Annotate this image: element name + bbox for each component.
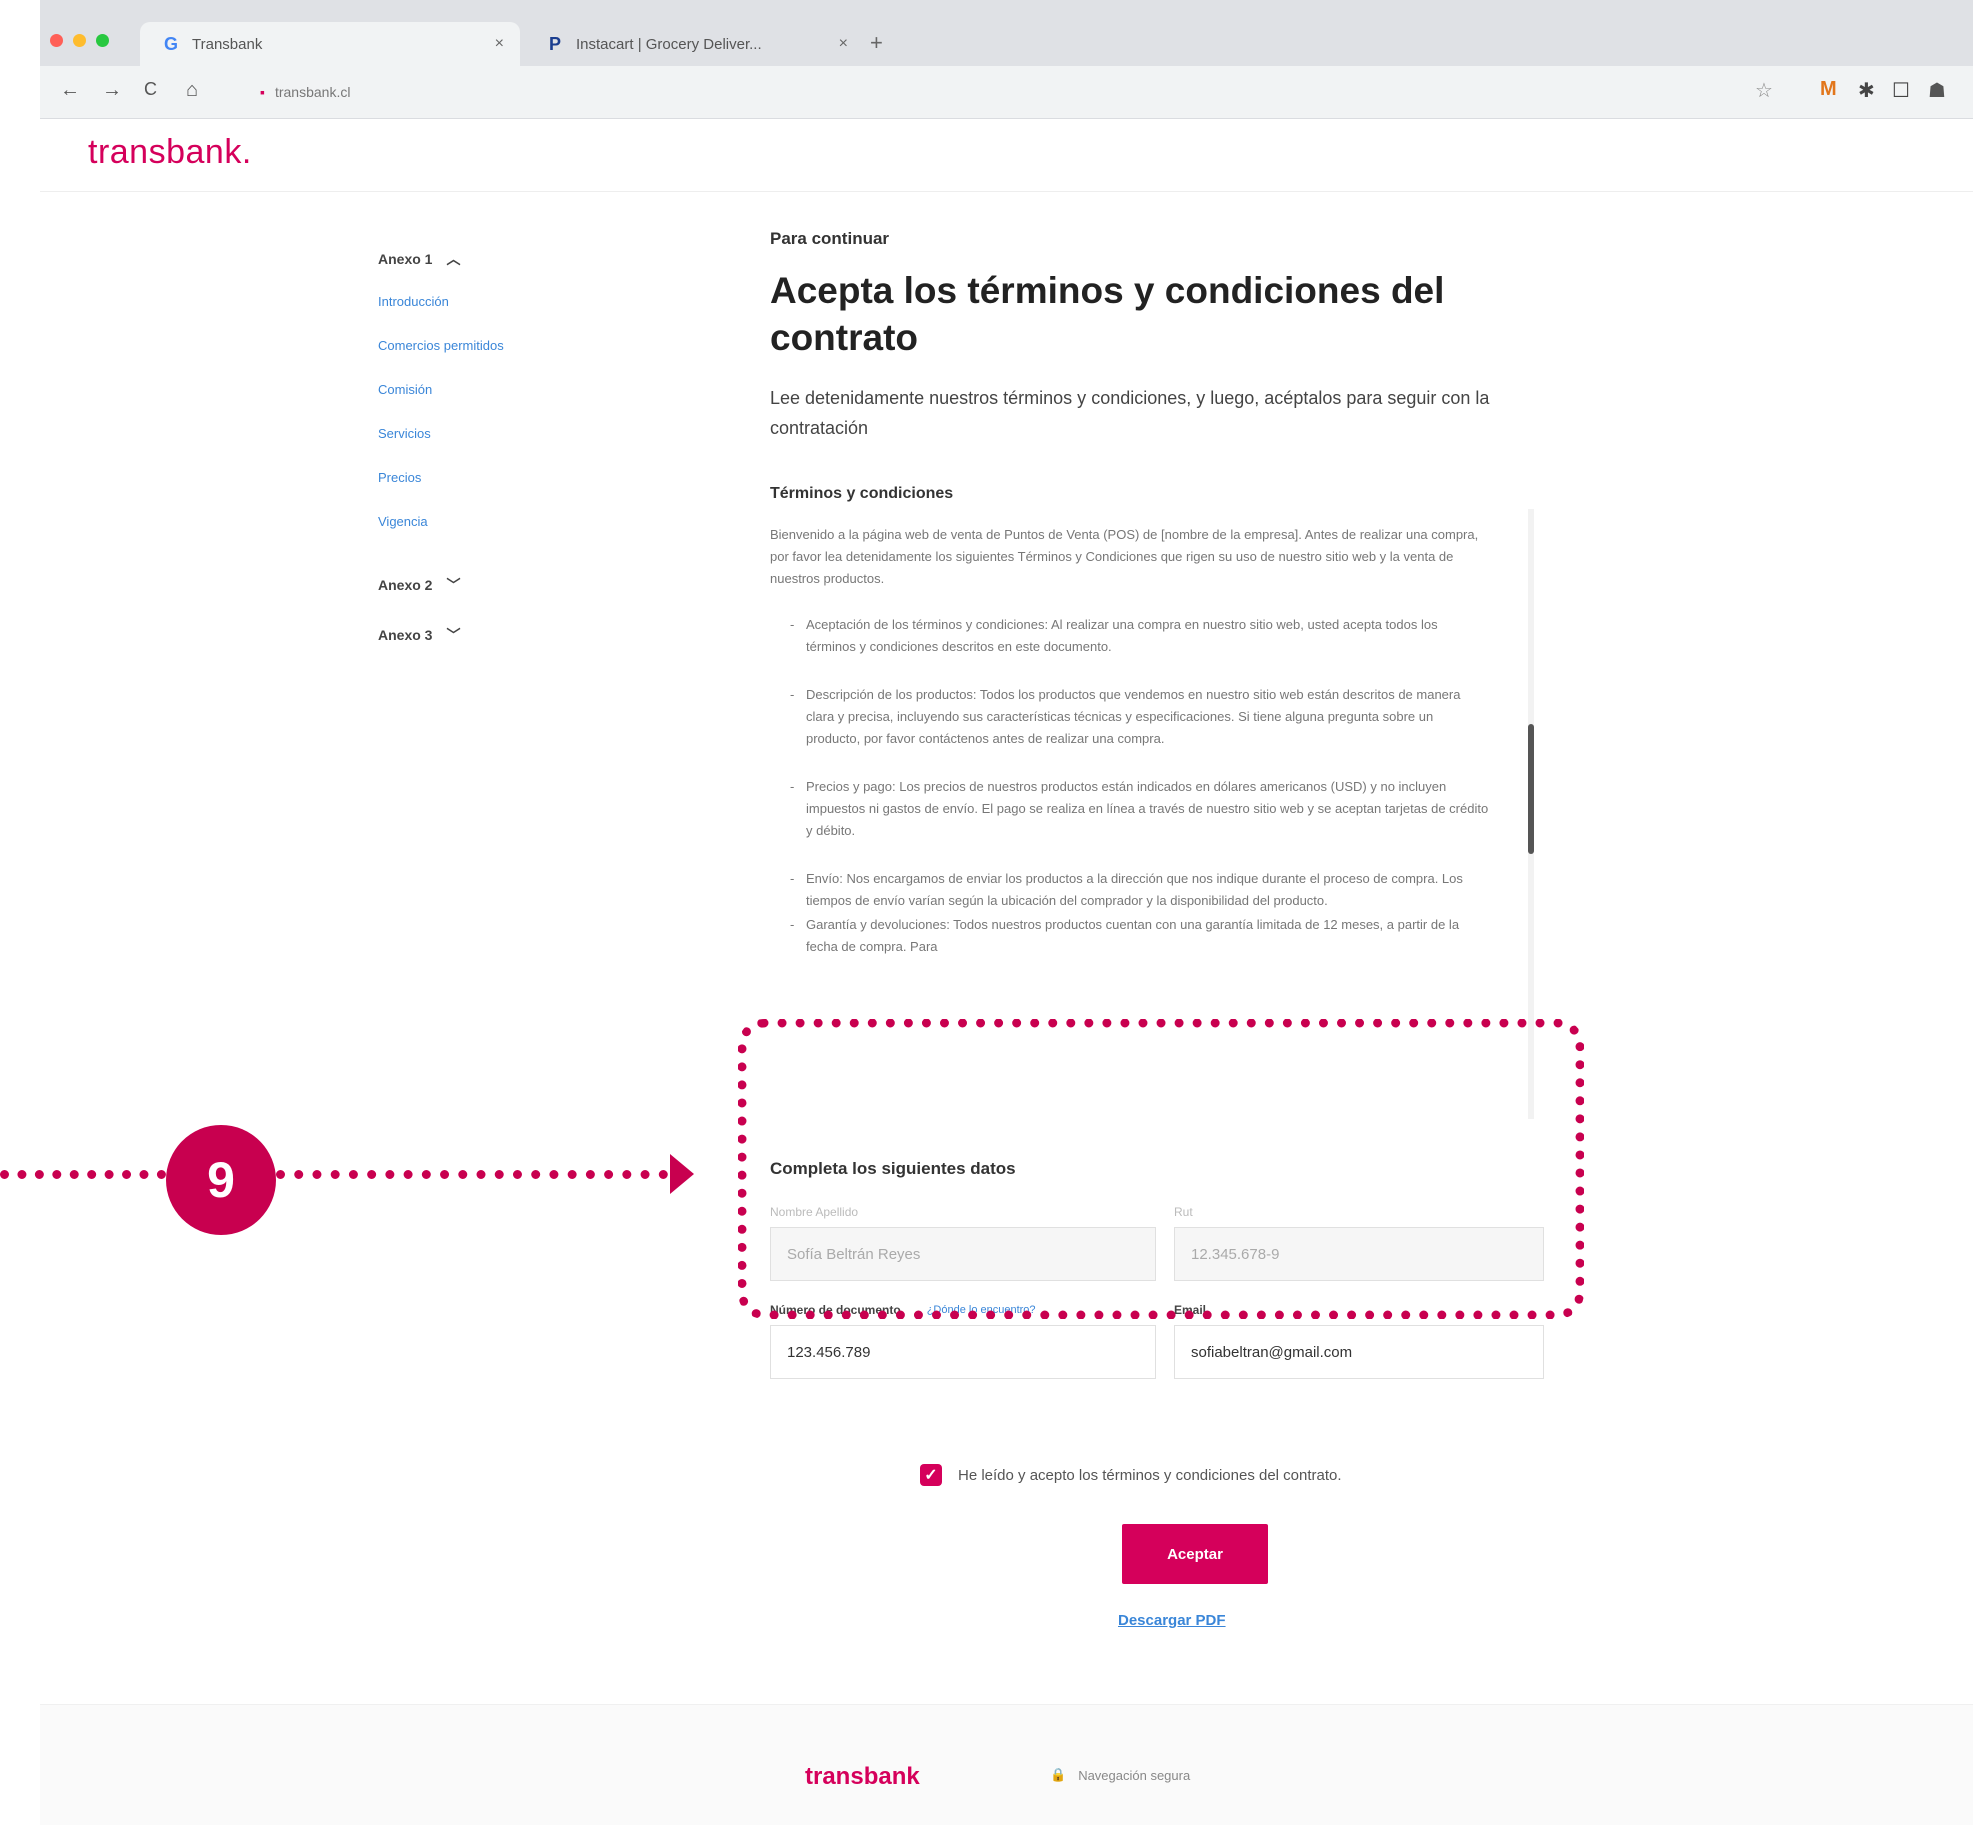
close-window-button[interactable]	[50, 34, 63, 47]
annotation-line-right	[276, 1170, 668, 1179]
secure-navigation: 🔒 Navegación segura	[1050, 1767, 1190, 1783]
consent-label: He leído y acepto los términos y condici…	[958, 1466, 1342, 1484]
site-header: transbank.	[40, 119, 1973, 192]
annotation-line-left	[0, 1170, 166, 1179]
metamask-extension-icon[interactable]: M	[1820, 78, 1837, 101]
annotation-arrow-icon	[670, 1154, 694, 1194]
transbank-logo[interactable]: transbank.	[88, 133, 252, 172]
annotation-step-badge: 9	[166, 1125, 276, 1235]
list-item: Descripción de los productos: Todos los …	[790, 684, 1490, 750]
page-eyebrow: Para continuar	[770, 229, 890, 248]
secure-navigation-label: Navegación segura	[1078, 1767, 1191, 1783]
sidebar-item-vigencia[interactable]: Vigencia	[378, 499, 678, 543]
close-tab-icon[interactable]: ×	[495, 35, 504, 53]
tab-bar: G Transbank × P Instacart | Grocery Deli…	[40, 0, 1973, 66]
site-favicon-icon: ▪	[260, 84, 265, 100]
page-title: Acepta los términos y condiciones del co…	[770, 270, 1445, 358]
minimize-window-button[interactable]	[73, 34, 86, 47]
sidebar-toggle-icon[interactable]: ☐	[1892, 78, 1910, 103]
terms-heading: Términos y condiciones	[770, 485, 954, 502]
window-controls	[50, 34, 109, 47]
chevron-down-icon: ﹀	[446, 577, 461, 593]
list-item: Aceptación de los términos y condiciones…	[790, 614, 1490, 658]
page-content: transbank. Anexo 1 ︿ Introducción Comerc…	[40, 119, 1973, 1825]
sidebar-annex-2[interactable]: Anexo 2 ﹀	[378, 555, 678, 615]
site-footer: transbank 🔒 Navegación segura	[40, 1704, 1973, 1825]
tab-transbank[interactable]: G Transbank ×	[140, 22, 520, 66]
paypal-icon: P	[548, 33, 561, 54]
reload-icon[interactable]: C	[144, 79, 157, 100]
footer-logo: transbank	[805, 1763, 920, 1790]
scrollbar-thumb[interactable]	[1528, 724, 1534, 854]
email-input[interactable]: sofiabeltran@gmail.com	[1174, 1325, 1544, 1379]
back-icon[interactable]: ←	[60, 79, 80, 102]
terms-list: Aceptación de los términos y condiciones…	[770, 614, 1490, 958]
chevron-down-icon: ﹀	[446, 627, 461, 643]
google-icon: G	[163, 33, 178, 54]
new-tab-button[interactable]: +	[870, 30, 883, 56]
chevron-up-icon: ︿	[446, 251, 461, 267]
sidebar-item-introduccion[interactable]: Introducción	[378, 279, 678, 323]
sidebar-item-precios[interactable]: Precios	[378, 455, 678, 499]
tab-instacart[interactable]: P Instacart | Grocery Deliver... ×	[524, 22, 864, 66]
page-description: Lee detenidamente nuestros términos y co…	[770, 388, 1490, 438]
url-field[interactable]: ▪ transbank.cl	[260, 76, 350, 108]
sidebar-annex-3[interactable]: Anexo 3 ﹀	[378, 615, 678, 655]
address-bar: ← → C ⌂ ▪ transbank.cl ☆ M ✱ ☐ ☗	[40, 66, 1973, 119]
profile-icon[interactable]: ☗	[1928, 78, 1946, 103]
bookmark-star-icon[interactable]: ☆	[1755, 78, 1773, 103]
sidebar-annex-1[interactable]: Anexo 1 ︿	[378, 239, 678, 279]
sidebar-annex-label: Anexo 1	[378, 251, 433, 267]
terms-consent[interactable]: ✓ He leído y acepto los términos y condi…	[920, 1464, 1342, 1486]
main-content: Para continuar Acepta los términos y con…	[770, 229, 1550, 503]
list-item: Envío: Nos encargamos de enviar los prod…	[790, 868, 1490, 912]
sidebar-item-comision[interactable]: Comisión	[378, 367, 678, 411]
browser-window: G Transbank × P Instacart | Grocery Deli…	[40, 0, 1973, 1825]
maximize-window-button[interactable]	[96, 34, 109, 47]
document-number-input[interactable]: 123.456.789	[770, 1325, 1156, 1379]
sidebar-annex-label: Anexo 2	[378, 577, 433, 593]
tab-title: Instacart | Grocery Deliver...	[576, 35, 762, 53]
sidebar-item-comercios[interactable]: Comercios permitidos	[378, 323, 678, 367]
terms-intro: Bienvenido a la página web de venta de P…	[770, 527, 1479, 586]
lock-icon: 🔒	[1050, 1767, 1067, 1782]
annotation-highlight-box	[738, 1019, 1584, 1319]
terms-text: Bienvenido a la página web de venta de P…	[770, 524, 1490, 958]
tab-title: Transbank	[192, 35, 263, 53]
close-tab-icon[interactable]: ×	[839, 35, 848, 53]
list-item: Garantía y devoluciones: Todos nuestros …	[790, 914, 1490, 958]
download-pdf-link[interactable]: Descargar PDF	[1118, 1612, 1226, 1629]
extensions-puzzle-icon[interactable]: ✱	[1858, 78, 1875, 103]
list-item: Precios y pago: Los precios de nuestros …	[790, 776, 1490, 842]
annex-sidebar: Anexo 1 ︿ Introducción Comercios permiti…	[378, 239, 678, 655]
home-icon[interactable]: ⌂	[186, 79, 198, 102]
consent-checkbox[interactable]: ✓	[920, 1464, 942, 1486]
sidebar-item-servicios[interactable]: Servicios	[378, 411, 678, 455]
url-text: transbank.cl	[274, 84, 351, 100]
accept-button[interactable]: Aceptar	[1122, 1524, 1268, 1584]
sidebar-annex-label: Anexo 3	[378, 627, 433, 643]
forward-icon[interactable]: →	[102, 79, 122, 102]
